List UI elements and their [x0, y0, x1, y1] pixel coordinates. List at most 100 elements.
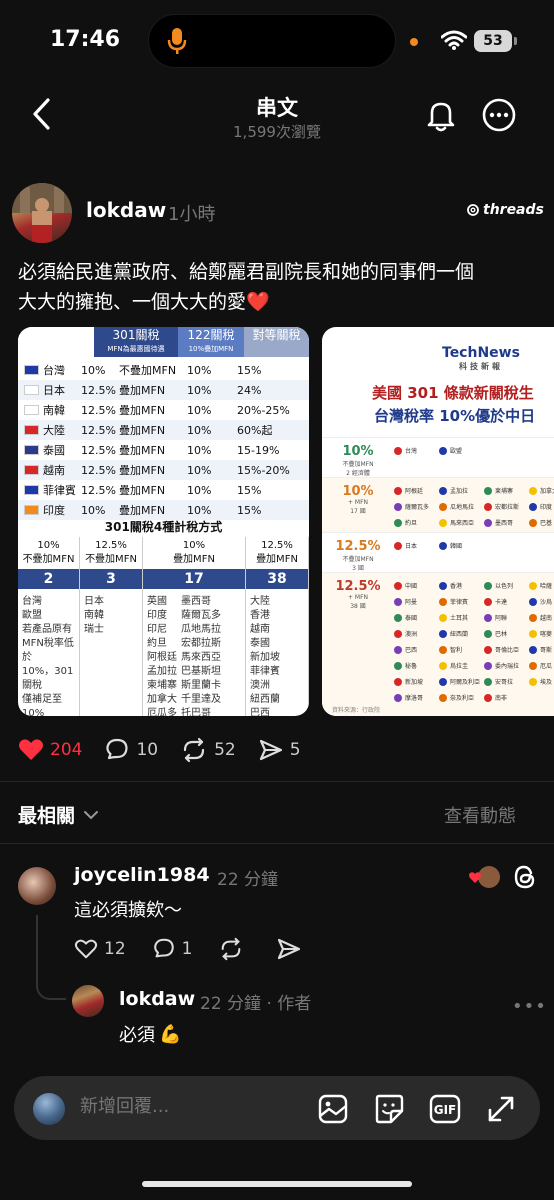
reply-input[interactable]	[80, 1096, 250, 1117]
country-chip-label: 香港	[450, 583, 463, 590]
country-chip: 阿聯	[484, 613, 527, 622]
country-chip-label: 摩洛哥	[405, 695, 424, 702]
bell-icon[interactable]	[422, 96, 460, 134]
country-chip-label: 哥斯	[540, 647, 553, 654]
table-row: 泰國 12.5% 疊加MFN 10% 15-19%	[18, 440, 309, 460]
tier-rate: 12.5%	[95, 540, 127, 551]
comment-share-button[interactable]	[276, 937, 308, 961]
country-chip-label: 阿爾及利亞	[450, 679, 481, 686]
tier-member: 新加坡	[250, 652, 280, 663]
commenter-avatar[interactable]	[18, 867, 56, 905]
country-chip: 巴林	[484, 629, 527, 638]
clock: 17:46	[50, 27, 121, 52]
country-chip-label: 印度	[540, 504, 553, 511]
country-chip: 歐盟	[439, 446, 482, 455]
country-chip-label: 中國	[405, 583, 418, 590]
post-image-tariff-table[interactable]: 301關稅 MFN為最惠國待遇 122關稅 10%疊加MFN 對等關稅 台灣 10…	[18, 327, 309, 716]
country-chip-label: 哈薩	[540, 583, 553, 590]
comment-like-button[interactable]: 12	[74, 938, 126, 960]
like-button[interactable]: 204	[18, 738, 82, 762]
wifi-icon	[441, 30, 467, 50]
view-activity-link[interactable]: 查看動態	[444, 802, 516, 828]
rate-301: 12.5%	[81, 463, 116, 477]
country-chip: 瓜地馬拉	[439, 502, 482, 511]
country-chip-label: 以色列	[495, 583, 514, 590]
comment-button[interactable]: 10	[104, 737, 158, 763]
country-flag-icon	[24, 505, 39, 515]
tier-member: 瓜地馬拉	[181, 624, 221, 635]
country-chip: 哈薩	[529, 581, 554, 590]
reply-more-icon[interactable]: •••	[512, 996, 547, 1017]
flexed-biceps-icon: 💪	[159, 1023, 182, 1045]
gif-icon[interactable]: GIF	[428, 1092, 462, 1126]
reply-composer: GIF	[14, 1076, 540, 1140]
rate-301: 10%	[81, 363, 106, 377]
mfn-mode: 疊加MFN	[119, 464, 166, 477]
sticker-icon[interactable]	[372, 1092, 406, 1126]
band-count: 2 經濟體	[346, 470, 370, 477]
image-attach-icon[interactable]	[316, 1092, 350, 1126]
tier-column: 10% 疊加MFN 17 英國 印度 印尼 約旦 阿根廷 孟加拉 柬埔寨 加拿大 厄瓜多 墨西哥 薩爾瓦多…	[143, 537, 246, 716]
more-options-icon[interactable]	[481, 97, 517, 133]
reply-author-name[interactable]: lokdaw	[119, 988, 195, 1010]
comment-reply-count: 1	[181, 939, 193, 959]
country-chip: 墨西哥	[484, 518, 527, 527]
table-row: 台灣 10% 不疊加MFN 10% 15%	[18, 360, 309, 380]
rate-band: 12.5% 不疊加MFN 3 國 日本 韓國	[322, 532, 554, 572]
country-chip-label: 越南	[540, 615, 553, 622]
tier-member: 千里達及	[181, 694, 221, 705]
country-flag-icon	[24, 405, 39, 415]
author-avatar[interactable]	[12, 183, 72, 243]
post-image-technews[interactable]: TechNews 科技新報 美國 301 條款新關稅生 台灣稅率 10%優於中日…	[322, 327, 554, 716]
technews-logo-text: TechNews	[442, 345, 520, 361]
comment-like-count: 12	[104, 939, 126, 959]
country-chip: 南非	[484, 693, 527, 702]
svg-text:GIF: GIF	[434, 1103, 457, 1117]
tier-member: 厄瓜多	[147, 708, 177, 716]
table-row: 南韓 12.5% 疊加MFN 10% 20%-25%	[18, 400, 309, 420]
country-chip-label: 加拿大	[540, 488, 554, 495]
band-countries: 中國 香港 以色列 哈薩 阿曼 菲律賓 卡達 沙烏 泰國 土耳其 阿聯 越南 澳洲 紐西蘭 巴林 喀麥 巴西 智利…	[394, 581, 554, 702]
tier-column: 10% 不疊加MFN 2 台灣 歐盟 若產品原有 MFN稅率低於 10%，301關稅 僅補足至1…	[18, 537, 80, 716]
commenter-name[interactable]: joycelin1984	[74, 864, 210, 886]
rate-122: 10%	[187, 503, 212, 517]
rate-reciprocal: 15%	[237, 483, 262, 497]
repost-button[interactable]: 52	[180, 737, 236, 763]
rate-122: 10%	[187, 423, 212, 437]
country-name: 菲律賓	[43, 484, 76, 497]
country-name: 南韓	[43, 404, 65, 417]
country-chip-label: 委內瑞拉	[495, 663, 520, 670]
tier-member: 托巴哥	[181, 708, 211, 716]
country-chip-label: 墨西哥	[495, 520, 514, 527]
rate-reciprocal: 15-19%	[237, 443, 280, 457]
reply-author-avatar[interactable]	[72, 985, 104, 1017]
tier-rate: 12.5%	[261, 540, 293, 551]
band-label: 10% + MFN 17 國	[332, 484, 384, 515]
country-chip: 韓國	[439, 541, 482, 550]
expand-icon[interactable]	[484, 1092, 518, 1126]
table-row: 大陸 12.5% 疊加MFN 10% 60%起	[18, 420, 309, 440]
comment-reply-button[interactable]: 1	[152, 937, 193, 961]
repost-icon	[222, 937, 241, 961]
author-name[interactable]: lokdaw	[86, 198, 166, 222]
country-chip-label: 馬來西亞	[450, 520, 475, 527]
country-chip: 阿曼	[394, 597, 437, 606]
share-button[interactable]: 5	[258, 738, 301, 762]
tier-member: 大陸	[250, 596, 270, 607]
home-indicator	[142, 1181, 412, 1187]
rate-reciprocal: 20%-25%	[237, 403, 290, 417]
mfn-mode: 疊加MFN	[119, 384, 166, 397]
header-301: 301關稅 MFN為最惠國待遇	[94, 327, 178, 357]
threads-icon[interactable]	[512, 864, 538, 890]
tier-member: 紐西蘭	[250, 694, 280, 705]
country-chip-label: 智利	[450, 647, 463, 654]
country-chip: 巴西	[394, 645, 437, 654]
country-chip-label: 喀麥	[540, 631, 553, 638]
comment-repost-button[interactable]	[218, 937, 250, 961]
country-chip-label: 新加坡	[405, 679, 424, 686]
country-chip-label: 巴林	[495, 631, 508, 638]
country-chip-label: 瓜地馬拉	[450, 504, 475, 511]
country-chip-label: 澳洲	[405, 631, 418, 638]
sort-dropdown[interactable]: 最相關	[18, 801, 99, 828]
reply-text: 必須 💪	[119, 1021, 181, 1047]
